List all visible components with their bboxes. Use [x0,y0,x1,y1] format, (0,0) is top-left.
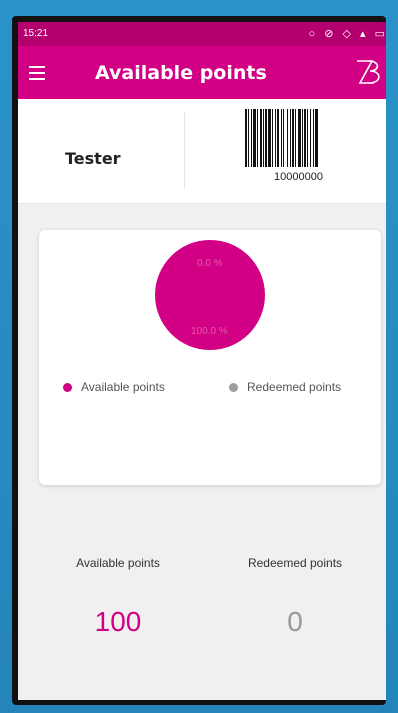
status-bar: 15:21 ○ ⊘ ◇ ▴ ▭ [18,22,386,46]
legend-redeemed[interactable]: Redeemed points [229,380,341,394]
legend-dot-available [63,383,72,392]
status-icons: ○ ⊘ ◇ ▴ ▭ [308,28,386,40]
legend-label-available: Available points [81,380,165,394]
available-points-value: 100 [94,606,142,637]
pie-label-redeemed: 0.0 % [197,258,223,269]
brand-logo-icon [357,60,380,84]
legend-dot-redeemed [229,383,238,392]
brand-logo [352,55,382,89]
available-points-label: Available points [76,556,160,570]
points-chart-card: 0.0 % 100.0 % Available points Redeemed … [39,230,381,485]
legend-available[interactable]: Available points [63,380,165,394]
status-time: 15:21 [23,28,49,39]
legend-label-redeemed: Redeemed points [247,380,342,394]
barcode-number: 10000000 [274,171,323,183]
phone-frame: 15:21 ○ ⊘ ◇ ▴ ▭ Available points Tester … [12,16,386,705]
panel-divider [184,111,185,189]
pie-label-available: 100.0 % [191,326,228,337]
app-screen: 15:21 ○ ⊘ ◇ ▴ ▭ Available points Tester … [18,22,386,700]
redeemed-points-value: 0 [287,606,303,637]
barcode-image [245,109,318,167]
page-title: Available points [95,62,267,84]
user-name: Tester [65,149,121,168]
menu-icon[interactable] [29,66,45,80]
user-panel: Tester 10000000 [18,99,386,204]
redeemed-points-label: Redeemed points [247,556,343,570]
app-bar: Available points [18,46,386,99]
